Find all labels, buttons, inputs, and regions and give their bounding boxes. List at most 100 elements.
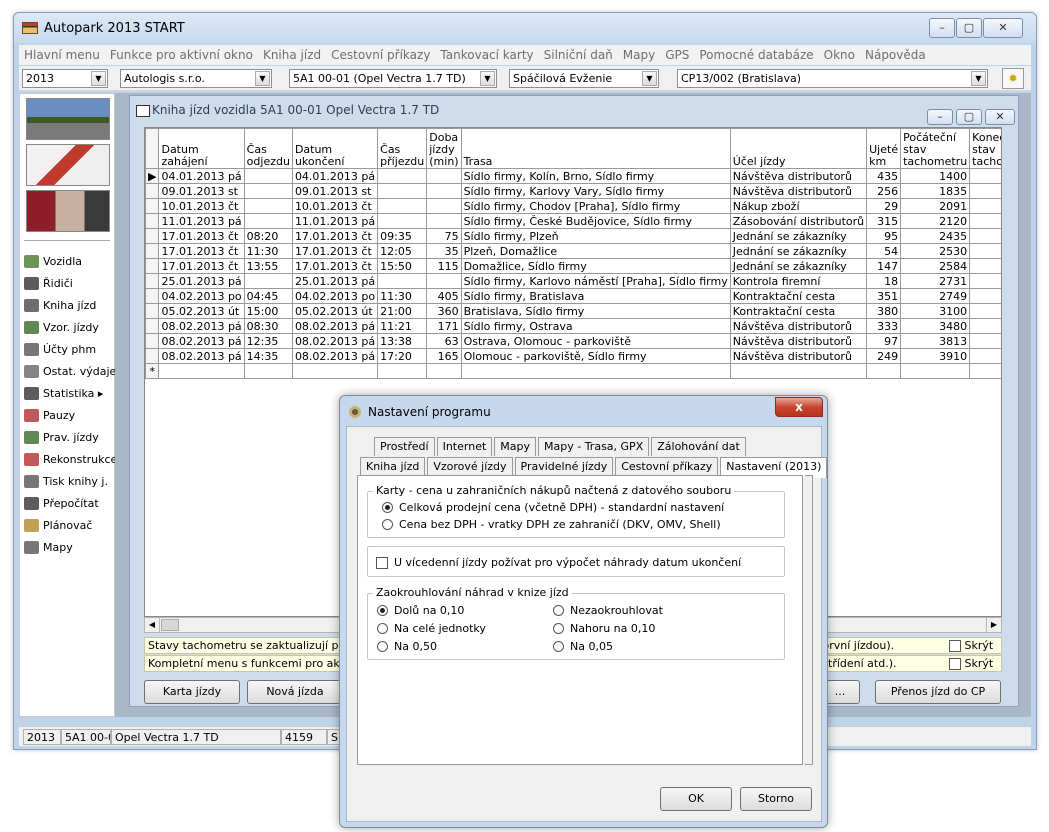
radio-button[interactable] [377, 605, 388, 616]
table-cell[interactable]: Plzeň, Domažlice [460, 243, 731, 259]
vehicle-select[interactable]: 5A1 00-01 (Opel Vectra 1.7 TD) ▼ [289, 69, 497, 88]
table-cell[interactable] [377, 183, 428, 199]
row-header[interactable] [145, 198, 160, 214]
table-cell[interactable]: 31 [969, 288, 1001, 304]
table-cell[interactable] [243, 273, 293, 289]
table-cell[interactable]: 165 [426, 348, 462, 364]
table-cell[interactable]: 08:30 [243, 318, 293, 334]
table-cell[interactable]: 39 [969, 333, 1001, 349]
table-cell[interactable]: 2435 [900, 228, 971, 244]
dialog-tab[interactable]: Zálohování dat [651, 437, 746, 456]
dialog-tab[interactable]: Mapy - Trasa, GPX [538, 437, 650, 456]
table-cell[interactable]: 3100 [900, 303, 971, 319]
ok-button[interactable]: OK [660, 787, 732, 811]
table-row[interactable]: 11.01.2013 pá 11.01.2013 pá Sídlo firmy, Č… [145, 213, 1001, 229]
new-trip-button[interactable]: Nová jízda [247, 680, 343, 704]
lightbulb-icon[interactable]: ✹ [1002, 68, 1024, 89]
table-row[interactable]: 17.01.2013 čt 08:20 17.01.2013 čt 09:35 75 Sí… [145, 228, 1001, 244]
table-row[interactable]: 08.02.2013 pá 08:30 08.02.2013 pá 11:21 171 S… [145, 318, 1001, 334]
table-cell[interactable]: Sídlo firmy, Karlovo náměstí [Praha], Sí… [460, 273, 731, 289]
menu-item[interactable]: Mapy [618, 45, 660, 65]
table-cell[interactable] [377, 273, 428, 289]
dialog-tab[interactable]: Cestovní příkazy [615, 457, 719, 476]
table-cell[interactable]: 171 [426, 318, 462, 334]
sidebar-item[interactable]: Prav. jízdy [24, 427, 99, 447]
table-cell[interactable]: 25.01.2013 pá [158, 273, 245, 289]
table-cell[interactable] [866, 363, 902, 379]
table-cell[interactable]: 405 [426, 288, 462, 304]
table-row[interactable]: 10.01.2013 čt 10.01.2013 čt Sídlo firmy, C… [145, 198, 1001, 214]
dialog-tab[interactable]: Internet [436, 437, 493, 456]
table-cell[interactable]: 2091 [900, 198, 971, 214]
dialog-tab[interactable]: Mapy [494, 437, 537, 456]
child-maximize-button[interactable]: ▢ [956, 109, 982, 125]
sidebar-item[interactable]: Přepočítat [24, 493, 99, 513]
table-cell[interactable]: 17.01.2013 čt [291, 228, 379, 244]
minimize-button[interactable]: – [929, 18, 955, 38]
trip-order-select[interactable]: CP13/002 (Bratislava) ▼ [677, 69, 988, 88]
table-cell[interactable] [377, 363, 428, 379]
table-cell[interactable]: 24 [969, 213, 1001, 229]
price-option-2[interactable]: Cena bez DPH - vratky DPH ze zahraničí (… [382, 518, 721, 531]
menu-item[interactable]: Funkce pro aktivní okno [105, 45, 258, 65]
round-whole[interactable]: Na celé jednotky [377, 622, 486, 635]
row-header[interactable] [145, 348, 160, 364]
table-cell[interactable]: 08.02.2013 pá [158, 318, 245, 334]
table-row[interactable]: 25.01.2013 pá 25.01.2013 pá Sídlo firmy, K… [145, 273, 1001, 289]
table-cell[interactable]: 08.02.2013 pá [158, 348, 245, 364]
table-cell[interactable]: Kontrola firemní [729, 273, 868, 289]
table-cell[interactable]: 10.01.2013 čt [158, 198, 245, 214]
table-cell[interactable]: Sídlo firmy, Plzeň [460, 228, 731, 244]
table-cell[interactable]: 256 [866, 183, 902, 199]
table-row[interactable]: 04.02.2013 po 04:45 04.02.2013 po 11:30 405 S… [145, 288, 1001, 304]
table-row[interactable]: 08.02.2013 pá 12:35 08.02.2013 pá 13:38 63 Os… [145, 333, 1001, 349]
row-header[interactable]: ▶ [145, 168, 160, 184]
table-cell[interactable]: 09.01.2013 st [291, 183, 379, 199]
table-row[interactable]: 17.01.2013 čt 11:30 17.01.2013 čt 12:05 35 Pl… [145, 243, 1001, 259]
column-header[interactable]: Ujeté km [866, 128, 902, 169]
sidebar-item[interactable]: Rekonstrukce [24, 449, 117, 469]
table-cell[interactable]: 04:45 [243, 288, 293, 304]
table-cell[interactable] [243, 183, 293, 199]
radio-button[interactable] [382, 502, 393, 513]
column-header[interactable]: Trasa [460, 128, 731, 169]
maximize-button[interactable]: ▢ [956, 18, 982, 38]
table-cell[interactable]: Jednání se zákazníky [729, 258, 868, 274]
table-cell[interactable]: Návštěva distributorů [729, 183, 868, 199]
table-cell[interactable]: 17.01.2013 čt [158, 243, 245, 259]
table-cell[interactable]: 21:00 [377, 303, 428, 319]
table-row[interactable]: 08.02.2013 pá 14:35 08.02.2013 pá 17:20 165 O… [145, 348, 1001, 364]
table-cell[interactable]: 38 [969, 318, 1001, 334]
table-cell[interactable]: 17.01.2013 čt [291, 258, 379, 274]
table-cell[interactable]: 63 [426, 333, 462, 349]
menu-item[interactable]: Nápověda [860, 45, 931, 65]
row-header[interactable] [145, 228, 160, 244]
menu-item[interactable]: Tankovací karty [435, 45, 538, 65]
table-cell[interactable] [377, 168, 428, 184]
table-cell[interactable]: 2731 [900, 273, 971, 289]
table-cell[interactable]: 1835 [900, 183, 971, 199]
column-header[interactable]: Doba jízdy (min) [426, 128, 462, 169]
radio-button[interactable] [377, 623, 388, 634]
table-cell[interactable]: Návštěva distributorů [729, 318, 868, 334]
radio-button[interactable] [382, 519, 393, 530]
transfer-to-cp-button[interactable]: Přenos jízd do CP [875, 680, 1001, 704]
table-cell[interactable]: 13:38 [377, 333, 428, 349]
sidebar-item[interactable]: Plánovač [24, 515, 92, 535]
round-down-010[interactable]: Dolů na 0,10 [377, 604, 464, 617]
table-cell[interactable]: Kontraktační cesta [729, 303, 868, 319]
table-cell[interactable]: 08.02.2013 pá [291, 348, 379, 364]
table-cell[interactable]: 2120 [900, 213, 971, 229]
table-cell[interactable]: Jednání se zákazníky [729, 243, 868, 259]
radio-button[interactable] [553, 623, 564, 634]
table-cell[interactable]: 17.01.2013 čt [291, 243, 379, 259]
table-cell[interactable]: 333 [866, 318, 902, 334]
table-cell[interactable]: 15:50 [377, 258, 428, 274]
scroll-left-icon[interactable]: ◀ [145, 618, 160, 632]
row-header[interactable] [145, 318, 160, 334]
column-header[interactable]: Účel jízdy [729, 128, 868, 169]
table-cell[interactable]: 08.02.2013 pá [291, 333, 379, 349]
table-cell[interactable]: Bratislava, Sídlo firmy [460, 303, 731, 319]
table-cell[interactable]: 09.01.2013 st [158, 183, 245, 199]
table-cell[interactable]: 18 [866, 273, 902, 289]
